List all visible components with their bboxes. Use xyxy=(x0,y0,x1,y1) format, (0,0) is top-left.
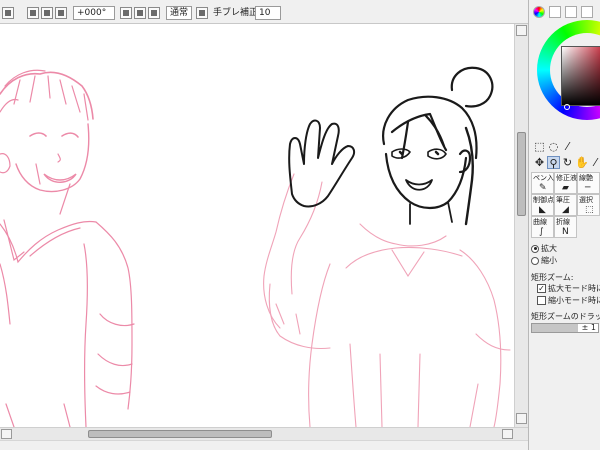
brush-pressure[interactable]: 筆圧 ◢ xyxy=(554,194,577,216)
correction-fluid-icon: ▰ xyxy=(562,183,569,193)
zoom-reset-button[interactable] xyxy=(55,7,67,19)
magic-wand-icon[interactable]: ⁄ xyxy=(561,140,574,153)
zoom-in-button[interactable] xyxy=(41,7,53,19)
top-toolbar: +000° 通常 手ブレ補正 10 xyxy=(0,0,528,24)
pen-icon: ✎ xyxy=(539,183,547,193)
drag-stickiness-slider[interactable]: ± 1 xyxy=(531,323,599,333)
lasso-icon[interactable]: ◌ xyxy=(547,140,560,153)
girl-body-sketch xyxy=(263,173,511,427)
tool-panel: ⬚ ◌ ⁄ ✥ ⚲ ↻ ✋ ⁄ ペン入れ ✎ 修正液 ▰ 線艶 ─ 制御点 ◣ 筆圧 ◢ … xyxy=(528,0,600,450)
anti-alias-button[interactable] xyxy=(196,7,208,19)
zoom-in-radio[interactable]: 拡大 xyxy=(531,243,557,254)
brush-line-gloss[interactable]: 線艶 ─ xyxy=(577,172,600,194)
zoom-icon[interactable]: ⚲ xyxy=(547,156,560,170)
horizontal-scrollbar[interactable] xyxy=(0,427,528,440)
drawing-canvas[interactable] xyxy=(0,24,514,427)
girl-ink-lines xyxy=(288,66,494,226)
pressure-icon: ◢ xyxy=(562,205,569,215)
horizontal-scroll-thumb[interactable] xyxy=(88,430,272,438)
checkmark-icon: ✓ xyxy=(537,284,546,293)
scroll-right-arrow-icon[interactable] xyxy=(502,429,513,439)
brush-select[interactable]: 選択 ⬚ xyxy=(577,194,600,216)
zoom-out-button[interactable] xyxy=(27,7,39,19)
scroll-left-arrow-icon[interactable] xyxy=(1,429,12,439)
hsv-slider-tab-icon[interactable] xyxy=(565,6,577,18)
rect-zoom-heading: 矩形ズーム: xyxy=(531,273,574,282)
brush-polyline[interactable]: 折線 N xyxy=(554,216,577,238)
zoom-out-radio[interactable]: 縮小 xyxy=(531,255,557,266)
saturation-value-square[interactable] xyxy=(561,46,600,106)
radio-selected-icon xyxy=(531,244,539,253)
rotate-reset-button[interactable] xyxy=(148,7,160,19)
tool-icon-row: ⬚ ◌ ⁄ ✥ ⚲ ↻ ✋ ⁄ xyxy=(529,140,600,170)
brush-correction-fluid[interactable]: 修正液 ▰ xyxy=(554,172,577,194)
checkbox-empty-icon xyxy=(537,296,546,305)
stabilizer-select[interactable]: 10 xyxy=(255,6,281,20)
slider-fill xyxy=(532,324,579,332)
rotate-icon[interactable]: ↻ xyxy=(561,156,574,169)
move-icon[interactable]: ✥ xyxy=(533,156,546,169)
rotate-right-button[interactable] xyxy=(134,7,146,19)
rgb-slider-tab-icon[interactable] xyxy=(549,6,561,18)
hand-icon[interactable]: ✋ xyxy=(575,156,589,169)
swatches-tab-icon[interactable] xyxy=(581,6,593,18)
polyline-icon: N xyxy=(562,227,569,237)
control-point-icon: ◣ xyxy=(539,205,546,215)
brush-tool-grid: ペン入れ ✎ 修正液 ▰ 線艶 ─ 制御点 ◣ 筆圧 ◢ 選択 ⬚ 曲線 ∫ 折線 N xyxy=(531,172,600,240)
zoom-out-mode-checkbox[interactable]: 縮小モード時にす xyxy=(537,295,600,306)
invert-view-button[interactable] xyxy=(2,7,14,19)
scroll-up-arrow-icon[interactable] xyxy=(516,25,527,36)
artwork xyxy=(0,66,511,427)
vertical-scroll-thumb[interactable] xyxy=(517,132,526,216)
rect-select-icon[interactable]: ⬚ xyxy=(533,140,546,153)
color-wheel-tab-icon[interactable] xyxy=(533,6,545,18)
select-icon: ⬚ xyxy=(585,205,594,215)
brush-curve[interactable]: 曲線 ∫ xyxy=(531,216,554,238)
color-picker-marker[interactable] xyxy=(564,104,570,110)
curve-icon: ∫ xyxy=(539,227,544,237)
status-strip xyxy=(0,440,600,450)
scroll-down-arrow-icon[interactable] xyxy=(516,413,527,424)
stabilizer-label: 手ブレ補正 xyxy=(213,8,259,18)
paint-tool-window: +000° 通常 手ブレ補正 10 ⬚ ◌ ⁄ ✥ ⚲ ↻ ✋ ⁄ ペン入れ ✎… xyxy=(0,0,600,450)
drag-heading: 矩形ズームのドラッグ粘 xyxy=(531,312,600,321)
vertical-scrollbar[interactable] xyxy=(514,24,528,427)
boy-sketch xyxy=(0,69,135,427)
eyedropper-icon[interactable]: ⁄ xyxy=(589,156,600,169)
brush-pen[interactable]: ペン入れ ✎ xyxy=(531,172,561,194)
blend-mode-select[interactable]: 通常 xyxy=(166,6,192,20)
rotate-left-button[interactable] xyxy=(120,7,132,19)
radio-empty-icon xyxy=(531,256,539,265)
rotation-field[interactable]: +000° xyxy=(73,6,115,20)
zoom-in-mode-checkbox[interactable]: ✓拡大モード時にす xyxy=(537,283,600,294)
brush-control-point[interactable]: 制御点 ◣ xyxy=(531,194,554,216)
line-gloss-icon: ─ xyxy=(585,183,591,193)
